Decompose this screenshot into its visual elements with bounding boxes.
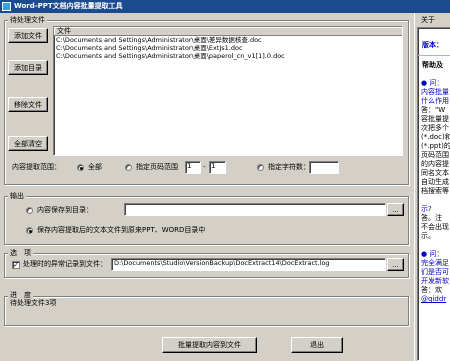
help-line: 内容批量 xyxy=(421,88,449,96)
log-path-input[interactable]: D:\Documents\Studio\VersionBackup\DocExt… xyxy=(111,258,386,271)
output-legend: 输出 xyxy=(8,191,26,201)
title-bar: Word-PPT文档内容批量提取工具 xyxy=(0,0,450,13)
add-dir-button[interactable]: 添加目录 xyxy=(8,60,48,75)
help-line: 次把多个 xyxy=(421,124,449,132)
help-line: 什么作用 xyxy=(421,97,449,105)
window-title: Word-PPT文档内容批量提取工具 xyxy=(14,2,123,10)
clear-all-button[interactable]: 全部清空 xyxy=(8,136,48,151)
file-list[interactable]: 文件 C:\Documents and Settings\Administrat… xyxy=(53,26,403,156)
app-icon xyxy=(2,2,11,11)
page-from-input[interactable]: 1 xyxy=(185,161,201,174)
range-pages-radio[interactable] xyxy=(125,164,132,171)
help-line: 不会出现 xyxy=(421,223,449,231)
version-label: 版本： xyxy=(422,41,443,49)
batch-extract-button[interactable]: 批量提取内容到文件 xyxy=(162,337,257,353)
help-line: 示? xyxy=(421,205,432,213)
help-line: 完全满足 xyxy=(421,259,449,267)
help-line: 示。 xyxy=(421,232,435,240)
range-chars-radio[interactable] xyxy=(257,164,264,171)
remove-file-button[interactable]: 移除文件 xyxy=(8,97,48,112)
help-line: 开发新软 xyxy=(421,277,449,285)
save-same-dir-radio[interactable] xyxy=(26,227,33,234)
help-line: 档搜索等 xyxy=(421,187,449,195)
exit-button[interactable]: 退出 xyxy=(291,337,343,353)
about-tab[interactable]: 关于 xyxy=(421,16,435,25)
help-line: @qiddr xyxy=(421,295,447,303)
options-legend: 选 项 xyxy=(8,248,33,258)
help-line: 同名文本 xyxy=(421,169,449,177)
add-file-button[interactable]: 添加文件 xyxy=(8,28,48,43)
file-list-header[interactable]: 文件 xyxy=(54,27,402,36)
file-list-row[interactable]: C:\Documents and Settings\Administrator\… xyxy=(54,36,402,44)
help-line: 们是否可 xyxy=(421,268,449,276)
help-line: 自动生成 xyxy=(421,178,449,186)
help-line: 答："W xyxy=(421,106,446,114)
help-line: ● 问： xyxy=(421,250,444,258)
log-checkbox[interactable]: ✓ xyxy=(12,261,20,269)
divider xyxy=(418,55,450,56)
pending-files-legend: 待处理文件 xyxy=(8,15,47,25)
help-line: 容批量提 xyxy=(421,115,449,123)
help-line: (*.doc)和 xyxy=(421,133,450,141)
page-range-separator: - xyxy=(203,163,206,171)
save-to-dir-input[interactable] xyxy=(124,203,386,216)
range-pages-label[interactable]: 指定页码范围 xyxy=(136,163,178,172)
log-checkbox-label[interactable]: 处理时的异常记录到文件： xyxy=(23,260,107,269)
help-line: ● 问： xyxy=(421,79,444,87)
save-same-dir-label[interactable]: 保存内容提取后的文本文件到原来PPT、WORD目录中 xyxy=(37,226,205,235)
log-browse-button[interactable]: ... xyxy=(387,258,404,271)
progress-status: 待处理文件3项 xyxy=(10,299,57,307)
right-panel: 关于 版本： 帮助及 ● 问： 内容批量 什么作用 答："W 容批量提 次把多个… xyxy=(414,13,450,361)
save-to-dir-radio[interactable] xyxy=(26,207,33,214)
progress-group xyxy=(4,296,409,326)
range-all-label[interactable]: 全部 xyxy=(88,163,102,172)
save-to-dir-label[interactable]: 内容保存到目录： xyxy=(37,206,93,215)
help-line: 页码范围 xyxy=(421,151,449,159)
help-line: 的内容提 xyxy=(421,160,449,168)
char-count-input[interactable] xyxy=(309,161,339,174)
file-list-row[interactable]: C:\Documents and Settings\Administrator\… xyxy=(54,52,402,60)
help-text: ● 问： 内容批量 什么作用 答："W 容批量提 次把多个 (*.doc)和 (… xyxy=(421,79,450,304)
help-line: (*.ppt)的 xyxy=(421,142,450,150)
about-content: 版本： 帮助及 ● 问： 内容批量 什么作用 答："W 容批量提 次把多个 (*… xyxy=(417,27,450,361)
range-all-radio[interactable] xyxy=(77,164,84,171)
help-heading: 帮助及 xyxy=(422,61,443,69)
help-line: 答：欢 xyxy=(421,286,442,294)
save-dir-browse-button[interactable]: ... xyxy=(387,203,404,216)
help-line: 答。注 xyxy=(421,214,442,222)
range-label: 内容提取范围： xyxy=(12,163,61,171)
file-list-row[interactable]: C:\Documents and Settings\Administrator\… xyxy=(54,44,402,52)
range-chars-label[interactable]: 指定字符数： xyxy=(268,163,310,172)
page-to-input[interactable]: 1 xyxy=(209,161,226,174)
